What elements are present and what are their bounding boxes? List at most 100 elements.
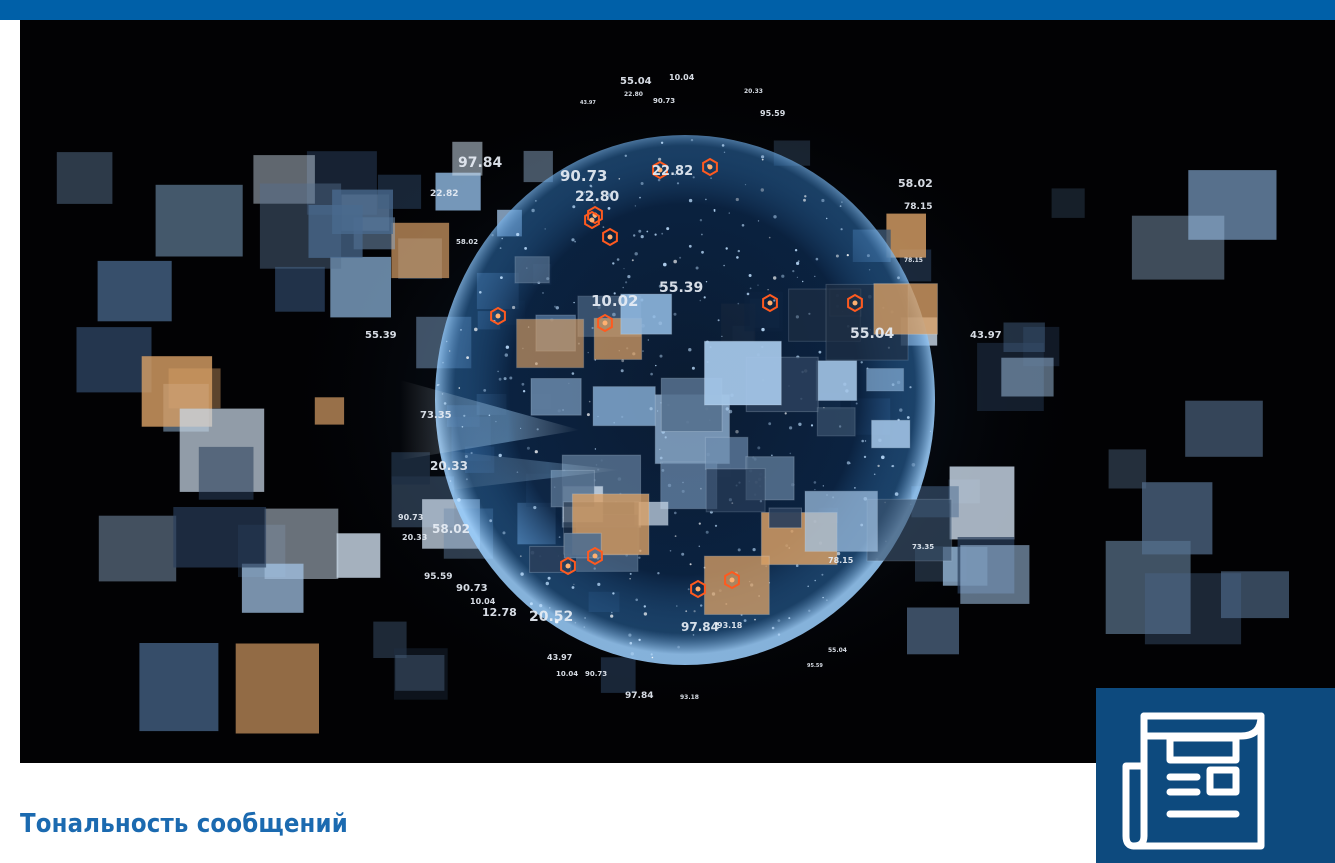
globe-dot: [638, 556, 641, 559]
globe-dot: [500, 276, 503, 279]
globe-dot: [746, 292, 750, 296]
globe-dot: [700, 604, 703, 607]
floating-number: 90.73: [456, 583, 488, 594]
globe-dot: [542, 292, 544, 294]
globe-dot: [807, 585, 809, 588]
globe-dot: [690, 138, 694, 142]
globe-dot: [849, 462, 851, 464]
floating-number: 90.73: [585, 670, 607, 678]
globe-dot: [526, 446, 530, 450]
globe-dot: [642, 350, 644, 352]
floating-photo-tile: [1001, 357, 1054, 397]
floating-photo-tile: [391, 222, 450, 279]
globe-dot: [796, 261, 800, 265]
globe-dot: [504, 353, 508, 357]
globe-dot: [558, 536, 561, 538]
floating-number: 22.82: [652, 164, 693, 179]
globe-dot: [717, 319, 720, 322]
floating-photo-tile: [907, 607, 959, 655]
globe-dot: [757, 220, 760, 222]
hotspot-core: [589, 217, 595, 223]
floating-number: 97.84: [625, 691, 653, 701]
floating-number: 58.02: [456, 238, 478, 246]
globe-dot: [647, 339, 649, 341]
globe-dot: [929, 430, 932, 432]
floating-number: 43.97: [580, 100, 596, 106]
globe-dot: [646, 230, 649, 233]
globe-dot: [911, 463, 916, 467]
floating-number: 90.73: [398, 513, 423, 522]
floating-number: 73.35: [420, 410, 452, 421]
news-badge: [1096, 688, 1335, 863]
globe-dot: [713, 209, 716, 211]
floating-number: 55.04: [828, 647, 847, 654]
globe-dot: [676, 182, 680, 185]
globe-dot: [757, 284, 759, 286]
globe-dot: [744, 184, 747, 186]
globe-dot: [864, 440, 867, 442]
globe-dot: [594, 448, 597, 450]
globe-dot: [741, 224, 745, 227]
globe-dot: [855, 402, 858, 405]
globe-dot: [539, 604, 543, 608]
floating-photo-tile: [198, 446, 254, 500]
globe-dot: [909, 386, 912, 389]
floating-photo-tile: [332, 189, 393, 234]
floating-photo-tile: [235, 643, 319, 734]
floating-number: 95.59: [760, 109, 786, 118]
globe-dot: [768, 236, 771, 239]
globe-dot: [767, 289, 769, 291]
globe-dot: [436, 384, 439, 387]
globe-dot: [721, 144, 725, 147]
globe-dot: [497, 370, 499, 373]
globe-dot: [688, 244, 692, 248]
hotspot-core: [565, 563, 571, 569]
globe-dot: [650, 653, 653, 656]
globe-dot: [633, 234, 636, 237]
globe-dot: [460, 329, 462, 331]
globe-dot: [814, 275, 816, 278]
globe-dot: [503, 377, 507, 381]
globe-dot: [638, 229, 642, 233]
globe-dot: [531, 208, 535, 213]
floating-number: 20.33: [430, 459, 468, 473]
globe-dot: [610, 614, 614, 618]
globe-dot: [620, 369, 624, 373]
globe-dot: [699, 219, 703, 222]
globe-dot: [814, 489, 816, 491]
globe-dot: [705, 198, 707, 201]
globe-dot: [572, 205, 576, 209]
floating-number: 22.80: [624, 91, 643, 98]
floating-photo-tile: [592, 386, 656, 427]
floating-photo-tile: [1051, 188, 1085, 218]
floating-photo-tile: [314, 397, 345, 425]
globe-dot: [676, 605, 678, 607]
globe-dot: [854, 487, 856, 489]
globe-dot: [522, 390, 526, 393]
globe-dot: [735, 197, 739, 202]
globe-dot: [583, 626, 586, 628]
globe-dot: [863, 455, 867, 459]
globe-dot: [533, 506, 537, 510]
globe-dot: [906, 416, 910, 419]
globe-dot: [640, 235, 644, 239]
floating-photo-tile: [155, 184, 243, 257]
globe-dot: [873, 473, 876, 476]
globe-dot: [815, 257, 819, 261]
globe-dot: [673, 312, 677, 316]
floating-number: 12.78: [482, 606, 517, 619]
globe-dot: [634, 205, 637, 207]
globe-dot: [794, 249, 798, 252]
globe-dot: [894, 492, 899, 496]
globe-dot: [602, 226, 605, 229]
floating-photo-tile: [816, 407, 856, 437]
globe-dot: [737, 548, 741, 552]
globe-dot: [703, 296, 706, 299]
floating-photo-tile: [139, 643, 219, 732]
floating-photo-tile: [56, 152, 113, 204]
globe-dot: [457, 498, 461, 502]
globe-dot: [654, 233, 657, 236]
globe-dot: [474, 327, 478, 332]
globe-dot: [612, 262, 615, 265]
floating-photo-tile: [173, 507, 267, 568]
